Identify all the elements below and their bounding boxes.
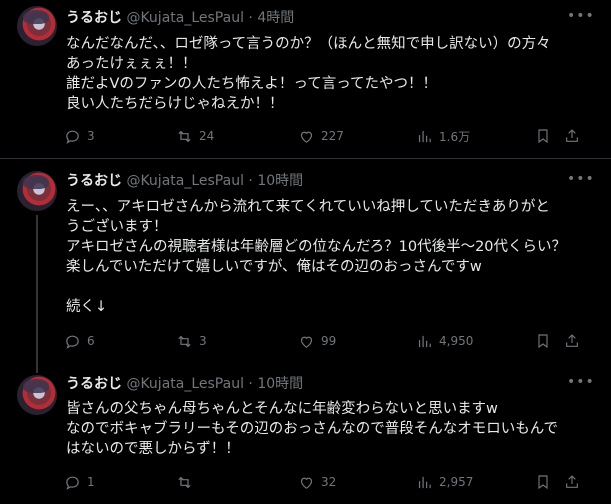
reply-count: 1 — [87, 475, 95, 489]
share-icon — [566, 334, 578, 347]
like-count: 99 — [321, 334, 337, 348]
views-icon — [418, 335, 431, 347]
action-bar: 6 3 99 4,950 — [64, 331, 584, 351]
repost-count: 24 — [199, 129, 215, 143]
like-count: 32 — [321, 475, 337, 489]
tweet-text: えー、、アキロゼさんから流れて来てくれていいね押していただきありがと うございま… — [66, 199, 567, 315]
repost-icon — [178, 130, 191, 142]
tweet-1[interactable]: うるおじ @Kujata_LesPaul · 4時間 ••• なんだなんだ、、ロ… — [0, 0, 611, 158]
tweet-header: うるおじ @Kujata_LesPaul · 10時間 — [66, 375, 303, 393]
views-button[interactable]: 2,957 — [416, 472, 473, 492]
like-button[interactable]: 32 — [298, 472, 336, 492]
thread-connector — [36, 369, 38, 373]
timestamp[interactable]: 10時間 — [257, 376, 303, 392]
thread-connector — [36, 215, 38, 369]
repost-button[interactable]: 3 — [176, 331, 207, 351]
share-icon — [566, 475, 578, 488]
reply-button[interactable]: 3 — [64, 126, 95, 146]
views-icon — [418, 130, 431, 142]
avatar[interactable] — [17, 6, 57, 46]
reply-icon — [66, 476, 79, 490]
bookmark-button[interactable] — [535, 472, 551, 492]
views-count: 4,950 — [439, 334, 474, 348]
views-count: 1.6万 — [439, 129, 471, 144]
bookmark-icon — [538, 334, 548, 349]
repost-count: 3 — [199, 334, 207, 348]
reply-button[interactable]: 6 — [64, 331, 95, 351]
bookmark-button[interactable] — [535, 126, 551, 146]
repost-icon — [178, 335, 191, 347]
separator-dot: · — [248, 10, 253, 26]
heart-icon — [300, 131, 313, 143]
bookmark-icon — [538, 475, 548, 490]
views-icon — [418, 476, 431, 488]
like-count: 227 — [321, 129, 344, 143]
tweet-3[interactable]: うるおじ @Kujata_LesPaul · 10時間 ••• 皆さんの父ちゃん… — [0, 369, 611, 504]
user-handle[interactable]: @Kujata_LesPaul — [126, 173, 244, 189]
separator-dot: · — [248, 376, 253, 392]
reply-icon — [66, 130, 79, 144]
bookmark-icon — [538, 129, 548, 144]
share-button[interactable] — [564, 126, 580, 146]
tweet-header: うるおじ @Kujata_LesPaul · 4時間 — [66, 9, 294, 27]
reply-button[interactable]: 1 — [64, 472, 95, 492]
views-button[interactable]: 1.6万 — [416, 126, 470, 146]
more-icon[interactable]: ••• — [567, 375, 594, 394]
action-bar: 1 32 2,957 — [64, 472, 584, 492]
action-bar: 3 24 227 1.6万 — [64, 126, 584, 146]
repost-button[interactable] — [176, 472, 199, 492]
timestamp[interactable]: 4時間 — [257, 10, 294, 26]
more-icon[interactable]: ••• — [567, 172, 594, 191]
separator-dot: · — [248, 173, 253, 189]
tweet-text: なんだなんだ、、ロゼ隊って言うのか？（ほんと無知で申し訳ない）の方々 あったけぇ… — [66, 36, 551, 112]
tweet-header: うるおじ @Kujata_LesPaul · 10時間 — [66, 172, 303, 190]
share-button[interactable] — [564, 472, 580, 492]
heart-icon — [300, 336, 313, 348]
display-name[interactable]: うるおじ — [66, 173, 122, 189]
timestamp[interactable]: 10時間 — [257, 173, 303, 189]
display-name[interactable]: うるおじ — [66, 10, 122, 26]
display-name[interactable]: うるおじ — [66, 376, 122, 392]
repost-icon — [178, 476, 191, 488]
like-button[interactable]: 227 — [298, 126, 344, 146]
share-icon — [566, 129, 578, 142]
user-handle[interactable]: @Kujata_LesPaul — [126, 10, 244, 26]
tweet-text: 皆さんの父ちゃん母ちゃんとそんなに年齢変わらないと思いますw なのでボキャブラリ… — [66, 401, 558, 457]
avatar[interactable] — [17, 171, 57, 211]
reply-count: 3 — [87, 129, 95, 143]
like-button[interactable]: 99 — [298, 331, 336, 351]
bookmark-button[interactable] — [535, 331, 551, 351]
heart-icon — [300, 477, 313, 489]
tweet-2[interactable]: うるおじ @Kujata_LesPaul · 10時間 ••• えー、、アキロゼ… — [0, 159, 611, 369]
reply-count: 6 — [87, 334, 95, 348]
share-button[interactable] — [564, 331, 580, 351]
repost-button[interactable]: 24 — [176, 126, 214, 146]
views-button[interactable]: 4,950 — [416, 331, 473, 351]
reply-icon — [66, 335, 79, 349]
user-handle[interactable]: @Kujata_LesPaul — [126, 376, 244, 392]
more-icon[interactable]: ••• — [567, 9, 594, 28]
avatar[interactable] — [17, 375, 57, 415]
views-count: 2,957 — [439, 475, 474, 489]
